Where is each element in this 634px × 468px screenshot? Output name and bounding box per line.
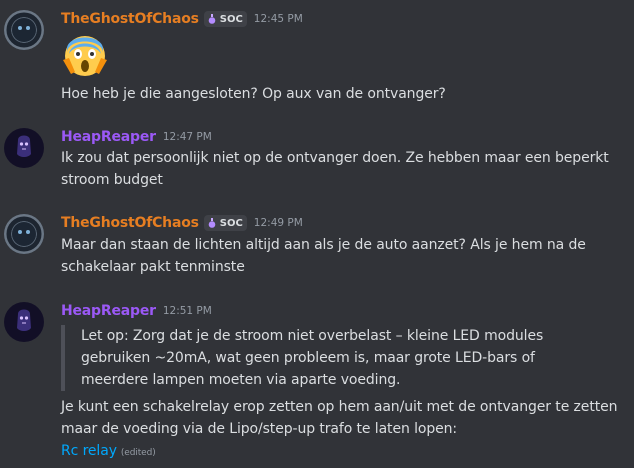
reaper-avatar-icon bbox=[17, 135, 31, 157]
potion-icon bbox=[208, 218, 216, 228]
server-tag[interactable]: SOC bbox=[203, 11, 247, 27]
quote-line: Let op: Zorg dat je de stroom niet overb… bbox=[81, 328, 544, 344]
reaper-avatar-icon bbox=[17, 309, 31, 331]
ghost-avatar-icon bbox=[4, 10, 44, 50]
avatar[interactable] bbox=[4, 10, 44, 50]
edited-label: (edited) bbox=[120, 448, 156, 458]
username[interactable]: TheGhostOfChaos bbox=[61, 11, 199, 27]
rc-relay-link[interactable]: Rc relay bbox=[61, 443, 117, 459]
message-text: Ik zou dat persoonlijk niet op de ontvan… bbox=[61, 147, 609, 191]
quote-line: gebruiken ~20mA, wat geen probleem is, m… bbox=[81, 350, 535, 366]
username[interactable]: TheGhostOfChaos bbox=[61, 215, 199, 231]
message-text: Je kunt een schakelrelay erop zetten op … bbox=[61, 396, 617, 464]
screaming-face-emoji-icon bbox=[63, 36, 107, 76]
timestamp[interactable]: 12:47 PM bbox=[163, 131, 212, 143]
server-tag-label: SOC bbox=[219, 217, 243, 229]
message-line: stroom budget bbox=[61, 172, 163, 188]
avatar[interactable] bbox=[4, 302, 44, 342]
message-line: Je kunt een schakelrelay erop zetten op … bbox=[61, 399, 618, 415]
message-line: Maar dan staan de lichten altijd aan als… bbox=[61, 237, 586, 253]
potion-icon bbox=[208, 14, 216, 24]
ghost-avatar-icon bbox=[4, 214, 44, 254]
message-line: Ik zou dat persoonlijk niet op de ontvan… bbox=[61, 150, 609, 166]
avatar[interactable] bbox=[4, 214, 44, 254]
timestamp[interactable]: 12:49 PM bbox=[254, 217, 303, 229]
message-text: Hoe heb je die aangesloten? Op aux van d… bbox=[61, 86, 446, 102]
username[interactable]: HeapReaper bbox=[61, 303, 156, 319]
message-text: Maar dan staan de lichten altijd aan als… bbox=[61, 234, 586, 278]
server-tag-label: SOC bbox=[219, 13, 243, 25]
username[interactable]: HeapReaper bbox=[61, 129, 156, 145]
message-line: maar de voeding via de Lipo/step-up traf… bbox=[61, 421, 458, 437]
timestamp[interactable]: 12:45 PM bbox=[254, 13, 303, 25]
server-tag[interactable]: SOC bbox=[203, 215, 247, 231]
avatar[interactable] bbox=[4, 128, 44, 168]
block-quote: Let op: Zorg dat je de stroom niet overb… bbox=[61, 325, 543, 391]
timestamp[interactable]: 12:51 PM bbox=[163, 305, 212, 317]
message-link-line: Rc relay (edited) bbox=[61, 440, 617, 464]
quote-line: meerdere lampen moeten via aparte voedin… bbox=[81, 372, 401, 388]
message-line: schakelaar pakt tenminste bbox=[61, 259, 245, 275]
